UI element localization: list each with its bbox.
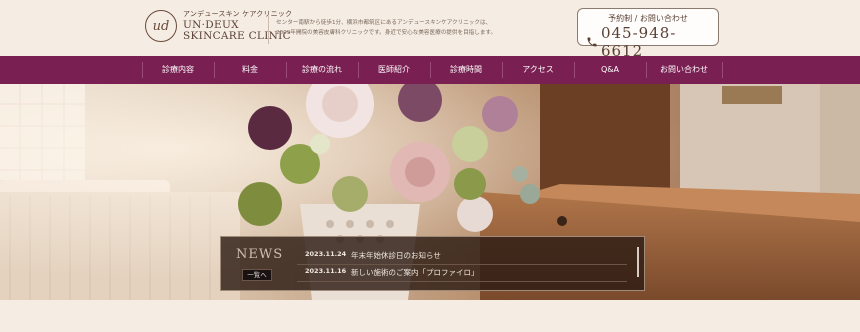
global-nav: 診療内容 料金 診療の流れ 医師紹介 診療時間 アクセス Q&A お問い合わせ — [0, 56, 860, 84]
phone-number[interactable]: 045-948-6612 — [586, 24, 718, 60]
nav-item-doctors[interactable]: 医師紹介 — [358, 56, 430, 84]
news-date: 2023.11.24 — [305, 250, 347, 258]
news-text: 新しい施術のご案内「プロファイロ」 — [351, 268, 479, 277]
logo-mark-icon: ud — [145, 10, 177, 42]
news-item[interactable]: 2023.11.16 新しい施術のご案内「プロファイロ」 — [305, 267, 479, 278]
news-divider — [297, 281, 627, 282]
logo-subtitle: アンデュースキン ケアクリニック — [183, 9, 293, 18]
news-date: 2023.11.16 — [305, 267, 347, 275]
news-item[interactable]: 2023.11.24 年末年始休診日のお知らせ — [305, 250, 441, 261]
intro-line-1: センター南駅から徒歩1分、横浜市都筑区にあるアンデュースキンケアクリニックは、 — [276, 20, 492, 26]
site-header: ud アンデュースキン ケアクリニック UN·DEUX SKINCARE CLI… — [0, 0, 860, 60]
nav-separator — [722, 62, 723, 78]
phone-label: 予約制 / お問い合わせ — [608, 14, 688, 23]
news-divider — [297, 264, 627, 265]
nav-item-services[interactable]: 診療内容 — [142, 56, 214, 84]
intro-text: センター南駅から徒歩1分、横浜市都筑区にあるアンデュースキンケアクリニックは、 … — [276, 18, 506, 38]
nav-item-hours[interactable]: 診療時間 — [430, 56, 502, 84]
page-bottom-strip — [0, 300, 860, 332]
news-list-button[interactable]: 一覧へ — [242, 269, 272, 281]
news-scrollbar[interactable] — [637, 247, 639, 277]
nav-item-access[interactable]: アクセス — [502, 56, 574, 84]
nav-item-flow[interactable]: 診療の流れ — [286, 56, 358, 84]
phone-contact-box[interactable]: 予約制 / お問い合わせ 045-948-6612 — [577, 8, 719, 60]
nav-item-qa[interactable]: Q&A — [574, 56, 646, 84]
header-divider — [268, 16, 269, 44]
intro-line-2: 2009年開院の美容皮膚科クリニックです。身近で安心な美容医療の提供を目指します… — [276, 30, 497, 36]
nav-item-pricing[interactable]: 料金 — [214, 56, 286, 84]
news-panel: NEWS 一覧へ 2023.11.24 年末年始休診日のお知らせ 2023.11… — [220, 236, 645, 291]
phone-icon — [587, 37, 597, 47]
clinic-logo[interactable]: ud アンデュースキン ケアクリニック UN·DEUX SKINCARE CLI… — [145, 10, 292, 42]
hero-image: NEWS 一覧へ 2023.11.24 年末年始休診日のお知らせ 2023.11… — [0, 84, 860, 300]
news-title: NEWS — [236, 247, 284, 262]
news-text: 年末年始休診日のお知らせ — [351, 251, 441, 260]
phone-number-text: 045-948-6612 — [600, 24, 677, 60]
nav-item-contact[interactable]: お問い合わせ — [646, 56, 722, 84]
